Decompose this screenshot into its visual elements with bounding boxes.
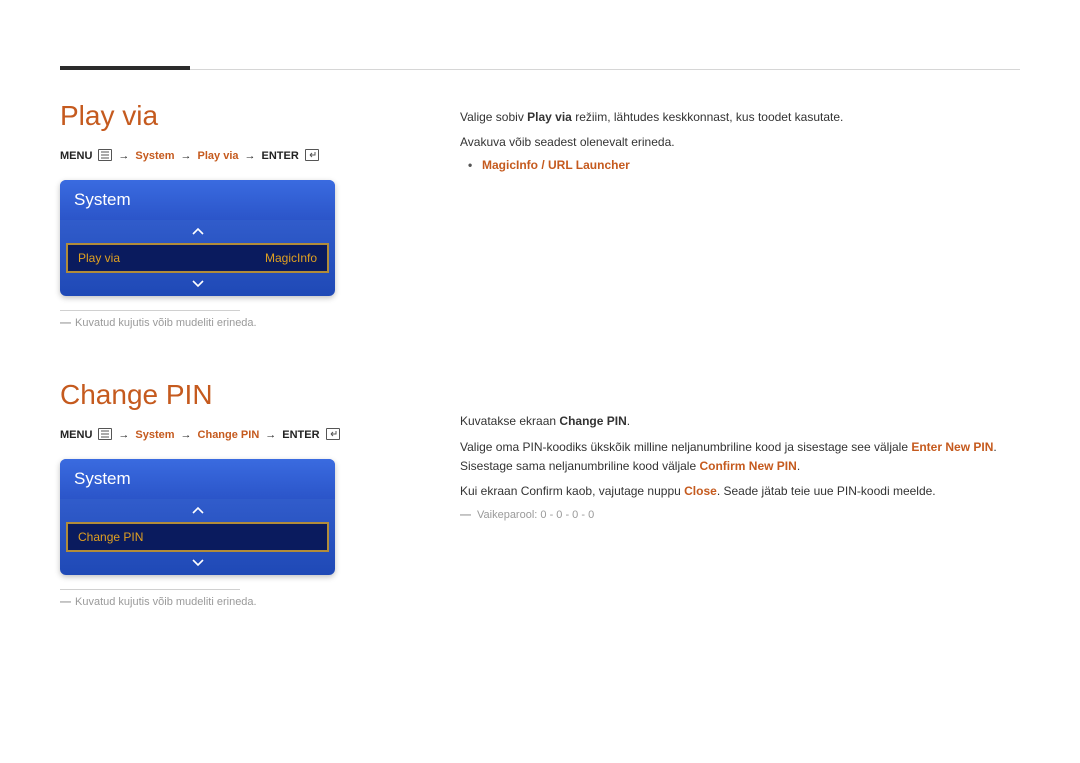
breadcrumb-enter: ENTER xyxy=(282,429,319,441)
text: . Seade jätab teie uue PIN-koodi meelde. xyxy=(717,484,936,498)
right-column: Valige sobiv Play via režiim, lähtudes k… xyxy=(460,100,1020,658)
text: režiim, lähtudes keskkonnast, kus toodet… xyxy=(572,110,843,124)
chevron-down-icon[interactable] xyxy=(60,273,335,296)
top-rule xyxy=(60,60,1020,70)
section-play-via: Play via MENU → System → Play via → ENTE… xyxy=(60,100,400,329)
chevron-down-icon[interactable] xyxy=(60,552,335,575)
osd-row-value: MagicInfo xyxy=(265,251,317,265)
text: Kuvatakse ekraan xyxy=(460,414,559,428)
breadcrumb-change-pin: MENU → System → Change PIN → ENTER xyxy=(60,429,400,441)
section-title-change-pin: Change PIN xyxy=(60,379,400,411)
text-bold: Change PIN xyxy=(559,414,626,428)
osd-panel-play-via: System Play via MagicInfo xyxy=(60,180,335,296)
breadcrumb-sep: → xyxy=(181,429,192,441)
text: Kui ekraan Confirm kaob, vajutage nuppu xyxy=(460,484,684,498)
text-accent: Close xyxy=(684,484,717,498)
osd-header: System xyxy=(60,459,335,499)
breadcrumb-play-via: MENU → System → Play via → ENTER xyxy=(60,150,400,162)
desc-change-pin: Kuvatakse ekraan Change PIN. Valige oma … xyxy=(460,412,1020,521)
text-accent: Enter New PIN xyxy=(911,440,993,454)
breadcrumb-menu: MENU xyxy=(60,150,92,162)
osd-row-change-pin[interactable]: Change PIN xyxy=(66,522,329,552)
para: Valige sobiv Play via režiim, lähtudes k… xyxy=(460,108,1020,127)
text: Valige sobiv xyxy=(460,110,527,124)
para: Valige oma PIN-koodiks ükskõik milline n… xyxy=(460,438,1020,476)
osd-row-label: Play via xyxy=(78,251,120,265)
osd-header: System xyxy=(60,180,335,220)
left-column: Play via MENU → System → Play via → ENTE… xyxy=(60,100,400,658)
para: Kuvatakse ekraan Change PIN. xyxy=(460,412,1020,431)
text: Valige oma PIN-koodiks ükskõik milline n… xyxy=(460,440,911,454)
osd-row-label: Change PIN xyxy=(78,530,143,544)
caption-text: Kuvatud kujutis võib mudeliti erineda. xyxy=(75,596,257,608)
text-accent: Confirm New PIN xyxy=(699,459,796,473)
breadcrumb-sep: → xyxy=(118,150,129,162)
dash-icon: ― xyxy=(460,509,471,521)
note-text: Vaikeparool: 0 - 0 - 0 - 0 xyxy=(477,509,594,521)
caption-play-via: ― Kuvatud kujutis võib mudeliti erineda. xyxy=(60,317,400,329)
breadcrumb-change-pin-item: Change PIN xyxy=(198,429,260,441)
para: Avakuva võib seadest olenevalt erineda. xyxy=(460,133,1020,152)
text-bold: Play via xyxy=(527,110,572,124)
enter-icon xyxy=(305,149,319,161)
menu-icon xyxy=(98,149,112,161)
chevron-up-icon[interactable] xyxy=(60,220,335,243)
dash-icon: ― xyxy=(60,596,71,608)
bullet-magicinfo: MagicInfo / URL Launcher xyxy=(460,158,1020,172)
breadcrumb-sep: → xyxy=(245,150,256,162)
caption-text: Kuvatud kujutis võib mudeliti erineda. xyxy=(75,317,257,329)
enter-icon xyxy=(326,428,340,440)
breadcrumb-sep: → xyxy=(265,429,276,441)
breadcrumb-sep: → xyxy=(181,150,192,162)
breadcrumb-menu: MENU xyxy=(60,429,92,441)
menu-icon xyxy=(98,428,112,440)
section-change-pin: Change PIN MENU → System → Change PIN → … xyxy=(60,379,400,608)
breadcrumb-enter: ENTER xyxy=(262,150,299,162)
breadcrumb-system: System xyxy=(135,429,174,441)
breadcrumb-sep: → xyxy=(118,429,129,441)
osd-panel-change-pin: System Change PIN xyxy=(60,459,335,575)
text: . xyxy=(627,414,630,428)
caption-rule xyxy=(60,310,240,311)
breadcrumb-system: System xyxy=(135,150,174,162)
caption-rule xyxy=(60,589,240,590)
note-default-pin: ― Vaikeparool: 0 - 0 - 0 - 0 xyxy=(460,509,1020,521)
chevron-up-icon[interactable] xyxy=(60,499,335,522)
dash-icon: ― xyxy=(60,317,71,329)
section-title-play-via: Play via xyxy=(60,100,400,132)
desc-play-via: Valige sobiv Play via režiim, lähtudes k… xyxy=(460,108,1020,172)
text: . xyxy=(797,459,800,473)
caption-change-pin: ― Kuvatud kujutis võib mudeliti erineda. xyxy=(60,596,400,608)
para: Kui ekraan Confirm kaob, vajutage nuppu … xyxy=(460,482,1020,501)
breadcrumb-play-via-item: Play via xyxy=(198,150,239,162)
osd-row-play-via[interactable]: Play via MagicInfo xyxy=(66,243,329,273)
